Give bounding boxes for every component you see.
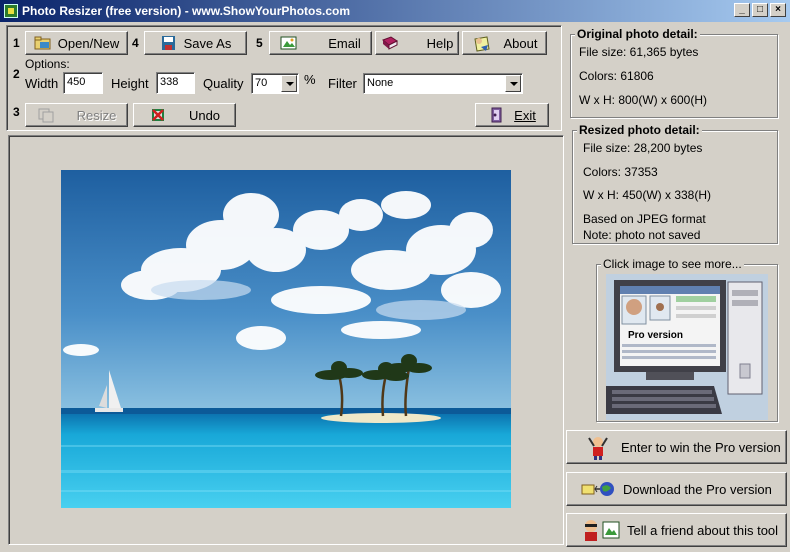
width-input[interactable]: 450 (63, 72, 103, 94)
window-controls: _ □ × (734, 3, 786, 17)
resized-format: Based on JPEG format (583, 212, 706, 226)
maximize-icon[interactable]: □ (752, 3, 768, 17)
open-new-label: Open/New (57, 35, 120, 51)
resized-dimensions: W x H: 450(W) x 338(H) (583, 188, 712, 202)
quality-label: Quality (203, 76, 244, 91)
tell-a-friend-label: Tell a friend about this tool (627, 522, 779, 538)
save-icon (160, 35, 178, 51)
step-3: 3 (13, 105, 20, 119)
step-4: 4 (132, 36, 139, 50)
resized-note: Note: photo not saved (583, 228, 701, 242)
resize-icon (37, 107, 55, 123)
undo-icon (149, 107, 167, 123)
folder-icon (34, 35, 52, 51)
save-as-button[interactable]: Save As (144, 31, 247, 55)
step-2: 2 (13, 67, 20, 81)
tell-a-friend-button[interactable]: Tell a friend about this tool (566, 513, 787, 547)
tell-friend-icon (581, 518, 621, 542)
photo-preview[interactable] (61, 170, 511, 508)
resized-detail-title: Resized photo detail: (577, 123, 702, 137)
enter-to-win-button[interactable]: Enter to win the Pro version (566, 430, 787, 464)
height-input[interactable]: 338 (156, 72, 195, 94)
original-detail-title: Original photo detail: (575, 27, 700, 41)
filter-value: None (367, 77, 394, 89)
window-title: Photo Resizer (free version) - www.ShowY… (22, 4, 351, 18)
quality-value: 70 (255, 77, 268, 89)
about-icon (472, 35, 490, 52)
chevron-down-icon[interactable] (505, 75, 521, 92)
height-label: Height (111, 76, 149, 91)
quality-select[interactable]: 70 (251, 73, 299, 94)
app-icon (4, 4, 18, 18)
download-globe-icon (581, 479, 615, 499)
exit-door-icon (488, 107, 506, 123)
email-button[interactable]: Email (269, 31, 372, 55)
undo-label: Undo (188, 107, 221, 123)
resized-file-size: File size: 28,200 bytes (583, 141, 703, 155)
original-file-size: File size: 61,365 bytes (579, 45, 699, 59)
minimize-icon[interactable]: _ (734, 3, 750, 17)
email-icon (280, 35, 298, 51)
enter-to-win-label: Enter to win the Pro version (621, 439, 781, 455)
image-preview-area (8, 135, 564, 545)
resize-label: Resize (76, 107, 117, 123)
original-detail-panel: Original photo detail: File size: 61,365… (570, 27, 778, 118)
winner-person-icon (585, 434, 611, 460)
exit-label: Exit (514, 107, 536, 123)
chevron-down-icon[interactable] (281, 75, 297, 92)
help-label: Help (426, 35, 454, 51)
percent-label: % (304, 72, 316, 87)
about-button[interactable]: About (462, 31, 547, 55)
close-icon[interactable]: × (770, 3, 786, 17)
width-label: Width (25, 76, 59, 91)
save-as-label: Save As (183, 35, 232, 51)
filter-select[interactable]: None (363, 73, 523, 94)
pro-version-caption: Pro version (628, 330, 683, 341)
download-pro-label: Download the Pro version (623, 481, 772, 497)
email-label: Email (328, 35, 361, 51)
promo-click-label: Click image to see more... (601, 257, 744, 271)
undo-button[interactable]: Undo (133, 103, 236, 127)
filter-label: Filter (328, 76, 357, 91)
original-colors: Colors: 61806 (579, 69, 654, 83)
about-label: About (503, 35, 538, 51)
step-1: 1 (13, 36, 20, 50)
pro-version-image[interactable]: Pro version (606, 274, 768, 420)
open-new-button[interactable]: Open/New (25, 31, 128, 55)
resized-colors: Colors: 37353 (583, 165, 658, 179)
step-5: 5 (256, 36, 263, 50)
download-pro-button[interactable]: Download the Pro version (566, 472, 787, 506)
help-button[interactable]: Help (375, 31, 459, 55)
help-book-icon (381, 35, 399, 51)
resize-button[interactable]: Resize (25, 103, 128, 127)
options-header: Options: (25, 57, 70, 71)
original-dimensions: W x H: 800(W) x 600(H) (579, 93, 708, 107)
resized-detail-panel: Resized photo detail: File size: 28,200 … (572, 123, 778, 244)
title-bar: Photo Resizer (free version) - www.ShowY… (0, 0, 790, 22)
exit-button[interactable]: Exit (475, 103, 549, 127)
